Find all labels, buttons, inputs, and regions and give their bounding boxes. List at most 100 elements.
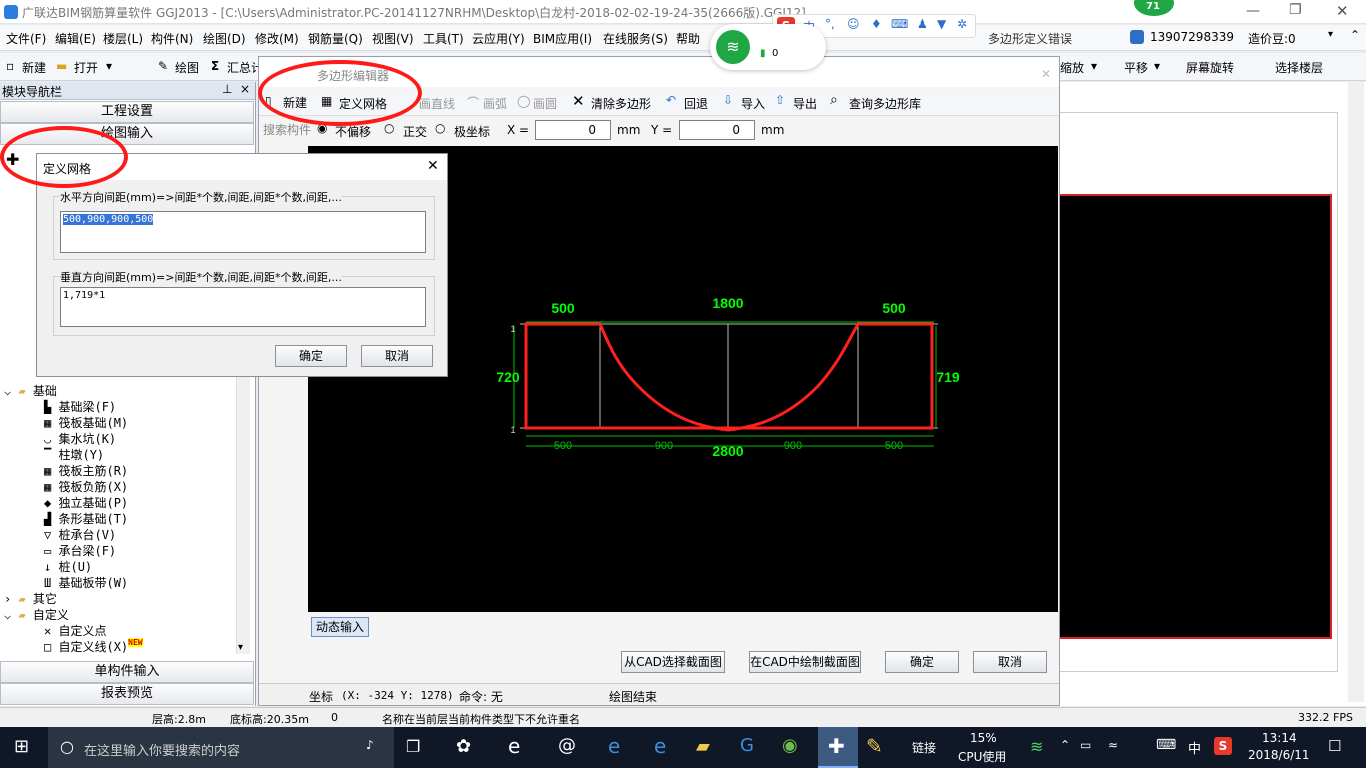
tree-item[interactable]: ▙ 基础梁(F) [44, 398, 116, 415]
punctuation-icon[interactable]: °, [825, 17, 835, 31]
dialog-close-icon[interactable]: ✕ [1041, 67, 1051, 81]
vertical-scrollbar[interactable] [1348, 82, 1364, 702]
tree-folder-other[interactable]: › ▰ 其它 [4, 590, 57, 607]
menu-online[interactable]: 在线服务(S) [603, 30, 668, 47]
grid-cancel-button[interactable]: 取消 [361, 345, 433, 367]
tree-item[interactable]: ▦ 筏板主筋(R) [44, 462, 128, 479]
tree-item[interactable]: ▦ 筏板负筋(X) [44, 478, 128, 495]
dropdown-icon[interactable]: ▾ [1328, 29, 1333, 40]
cad-draw-button[interactable]: 在CAD中绘制截面图 [749, 651, 861, 673]
battery-icon[interactable]: ▭ [1080, 738, 1091, 752]
y-input[interactable]: 0 [679, 120, 755, 140]
restore-icon[interactable]: ❐ [1289, 2, 1302, 18]
report-preview-button[interactable]: 报表预览 [0, 683, 254, 705]
sogou-tray-icon[interactable]: S [1214, 737, 1232, 755]
menu-bim[interactable]: BIM应用(I) [533, 30, 592, 47]
app-icon-explorer[interactable]: ▰ [696, 736, 710, 757]
wifi-icon[interactable]: ≋ [1030, 737, 1043, 756]
tree-item[interactable]: ▔ 柱墩(Y) [44, 446, 104, 463]
expand-icon[interactable]: › [4, 592, 18, 606]
menu-help[interactable]: 帮助 [676, 30, 700, 47]
menu-draw[interactable]: 绘图(D) [203, 30, 246, 47]
app-icon-ie[interactable]: e [508, 734, 520, 758]
network-icon[interactable]: ≈ [1108, 738, 1118, 752]
app-icon-ie2[interactable]: e [654, 734, 666, 758]
taskbar-search-box[interactable]: ○ 在这里输入你要搜索的内容 ♪ [48, 727, 394, 768]
tree-item[interactable]: ▦ 筏板基础(M) [44, 414, 128, 431]
single-component-button[interactable]: 单构件输入 [0, 661, 254, 683]
keyboard-icon[interactable]: ⌨ [1156, 737, 1176, 753]
tree-item[interactable]: □ 自定义线(X)NEW [44, 638, 143, 655]
query-library-button[interactable]: 查询多边形库 [849, 95, 921, 112]
close-icon[interactable]: × [240, 82, 250, 96]
tree-folder-foundation[interactable]: ⌵ ▰ 基础 [4, 382, 57, 399]
menu-edit[interactable]: 编辑(E) [55, 30, 96, 47]
wrench-icon[interactable]: ✲ [957, 17, 967, 31]
mic-icon[interactable]: ♦ [871, 17, 882, 31]
export-button[interactable]: 导出 [793, 95, 817, 112]
expand-icon[interactable]: ⌵ [4, 384, 18, 398]
tree-item[interactable]: ▭ 承台梁(F) [44, 542, 116, 559]
grid-dialog-close-icon[interactable]: ✕ [427, 158, 439, 174]
app-icon-360[interactable]: ◉ [782, 735, 798, 756]
project-settings-button[interactable]: 工程设置 [0, 101, 254, 123]
open-button[interactable]: 打开 [74, 59, 98, 76]
pan-button[interactable]: 平移 [1124, 59, 1148, 76]
tree-item[interactable]: ▟ 条形基础(T) [44, 510, 128, 527]
notification-icon[interactable]: ☐ [1328, 737, 1341, 755]
menu-rebar[interactable]: 钢筋量(Q) [308, 30, 363, 47]
dropdown-icon[interactable]: ▾ [106, 59, 112, 73]
emoji-icon[interactable]: ☺ [847, 17, 860, 31]
collapse-icon[interactable]: ⌃ [1350, 28, 1360, 42]
menu-floor[interactable]: 楼层(L) [103, 30, 143, 47]
menu-component[interactable]: 构件(N) [151, 30, 193, 47]
user-icon[interactable]: ♟ [917, 17, 928, 31]
tree-item[interactable]: ▽ 桩承台(V) [44, 526, 116, 543]
grid-ok-button[interactable]: 确定 [275, 345, 347, 367]
skin-icon[interactable]: ▼ [937, 17, 946, 31]
dynamic-input-tab[interactable]: 动态输入 [311, 617, 369, 637]
dropdown-icon[interactable]: ▾ [1154, 59, 1160, 73]
menu-tools[interactable]: 工具(T) [423, 30, 464, 47]
undo-button[interactable]: 回退 [684, 95, 708, 112]
x-input[interactable]: 0 [535, 120, 611, 140]
mic-icon[interactable]: ♪ [366, 738, 374, 752]
minimize-icon[interactable]: — [1246, 3, 1260, 19]
tree-folder-custom[interactable]: ⌵ ▰ 自定义 [4, 606, 69, 623]
tree-item[interactable]: Ш 基础板带(W) [44, 574, 128, 591]
new-button[interactable]: 新建 [22, 59, 46, 76]
app-icon-spiral[interactable]: @ [558, 735, 576, 756]
keyboard-icon[interactable]: ⌨ [891, 17, 908, 31]
rotate-button[interactable]: 屏幕旋转 [1186, 59, 1234, 76]
draw-circle-button[interactable]: 画圆 [533, 95, 557, 112]
tree-item[interactable]: ◡ 集水坑(K) [44, 430, 116, 447]
ok-button[interactable]: 确定 [885, 651, 959, 673]
clock-date[interactable]: 2018/6/11 [1248, 748, 1310, 762]
scroll-down-icon[interactable]: ▾ [238, 642, 243, 653]
clear-polygon-button[interactable]: 清除多边形 [591, 95, 651, 112]
radio-polar[interactable]: ○ [435, 121, 445, 135]
cad-select-button[interactable]: 从CAD选择截面图 [621, 651, 725, 673]
draw-line-button[interactable]: 画直线 [419, 95, 455, 112]
menu-cloud[interactable]: 云应用(Y) [472, 30, 525, 47]
tree-item[interactable]: ✕ 自定义点 [44, 622, 106, 639]
draw-button[interactable]: 绘图 [175, 59, 199, 76]
select-floor-button[interactable]: 选择楼层 [1275, 59, 1323, 76]
h-spacing-input[interactable]: 500,900,900,500 [60, 211, 426, 253]
tray-expand-icon[interactable]: ⌃ [1060, 738, 1070, 752]
dropdown-icon[interactable]: ▾ [1091, 59, 1097, 73]
clock-time[interactable]: 13:14 [1262, 731, 1297, 745]
ime-indicator[interactable]: 中 [1188, 738, 1201, 757]
close-icon[interactable]: ✕ [1336, 2, 1349, 20]
app-icon-glodon-active[interactable]: ✚ [818, 727, 858, 768]
taskbar-link[interactable]: 链接 [912, 739, 936, 756]
tree-item[interactable]: ↓ 桩(U) [44, 558, 92, 575]
menu-modify[interactable]: 修改(M) [255, 30, 299, 47]
app-icon-fan[interactable]: ✿ [456, 736, 471, 757]
app-icon-edge[interactable]: e [608, 734, 620, 758]
radio-ortho[interactable]: ○ [384, 121, 394, 135]
cancel-button[interactable]: 取消 [973, 651, 1047, 673]
import-button[interactable]: 导入 [741, 95, 765, 112]
tree-item[interactable]: ◆ 独立基础(P) [44, 494, 128, 511]
task-view-icon[interactable]: ❐ [406, 737, 420, 756]
